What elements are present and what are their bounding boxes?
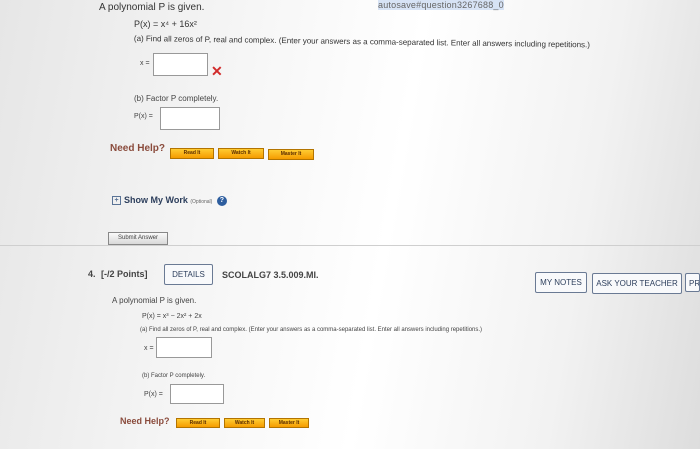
q2-zeros-input[interactable] [156, 337, 212, 358]
help-question-icon[interactable]: ? [216, 195, 227, 206]
q1-need-help: Need Help? [110, 143, 166, 154]
q1-zeros-input[interactable] [153, 53, 208, 76]
expand-plus-icon: + [112, 196, 121, 206]
url-text: autosave#question3267688_0 [378, 0, 504, 10]
q2-intro: A polynomial P is given. [112, 296, 197, 305]
q2-part-b: (b) Factor P completely. [142, 373, 206, 379]
q1-submit-answer-button[interactable]: Submit Answer [108, 232, 168, 245]
q2-px-label: P(x) = [144, 391, 163, 398]
q1-show-my-work[interactable]: + Show My Work (Optional) ? [112, 195, 227, 206]
q1-factor-input[interactable] [160, 107, 220, 130]
show-work-label: Show My Work [124, 195, 188, 205]
question-divider [0, 245, 700, 246]
q1-equation: P(x) = x⁴ + 16x² [134, 19, 197, 29]
q2-equation: P(x) = x³ − 2x² + 2x [142, 313, 202, 320]
q1-part-a: (a) Find all zeros of P, real and comple… [133, 34, 591, 50]
q2-watch-it-button[interactable]: Watch It [224, 418, 265, 428]
q2-details-button[interactable]: DETAILS [164, 264, 213, 285]
q2-ask-teacher-button[interactable]: ASK YOUR TEACHER [592, 273, 682, 294]
q1-master-it-button[interactable]: Master It [268, 149, 314, 160]
q2-practice-button[interactable]: PR [685, 273, 700, 292]
q2-need-help: Need Help? [120, 416, 170, 426]
incorrect-x-icon: ✕ [211, 63, 223, 79]
optional-label: (Optional) [190, 199, 213, 205]
q2-code: SCOLALG7 3.5.009.MI. [222, 270, 319, 280]
q2-x-label: x = [144, 345, 154, 352]
url-fragment: autosave#question3267688_0 [378, 0, 504, 10]
q2-read-it-button[interactable]: Read It [176, 418, 220, 428]
q1-intro: A polynomial P is given. [99, 2, 205, 13]
q2-my-notes-button[interactable]: MY NOTES [535, 272, 587, 293]
q1-x-label: x = [140, 60, 150, 67]
q1-px-label: P(x) = [134, 113, 153, 120]
q2-master-it-button[interactable]: Master It [269, 418, 309, 428]
q2-factor-input[interactable] [170, 384, 224, 404]
q2-part-a: (a) Find all zeros of P, real and comple… [140, 327, 483, 333]
q1-read-it-button[interactable]: Read It [170, 148, 214, 159]
q2-points: [-/2 Points] [101, 269, 148, 279]
q1-watch-it-button[interactable]: Watch It [218, 148, 264, 159]
q2-number: 4. [88, 269, 96, 279]
q1-part-b: (b) Factor P completely. [134, 94, 219, 103]
